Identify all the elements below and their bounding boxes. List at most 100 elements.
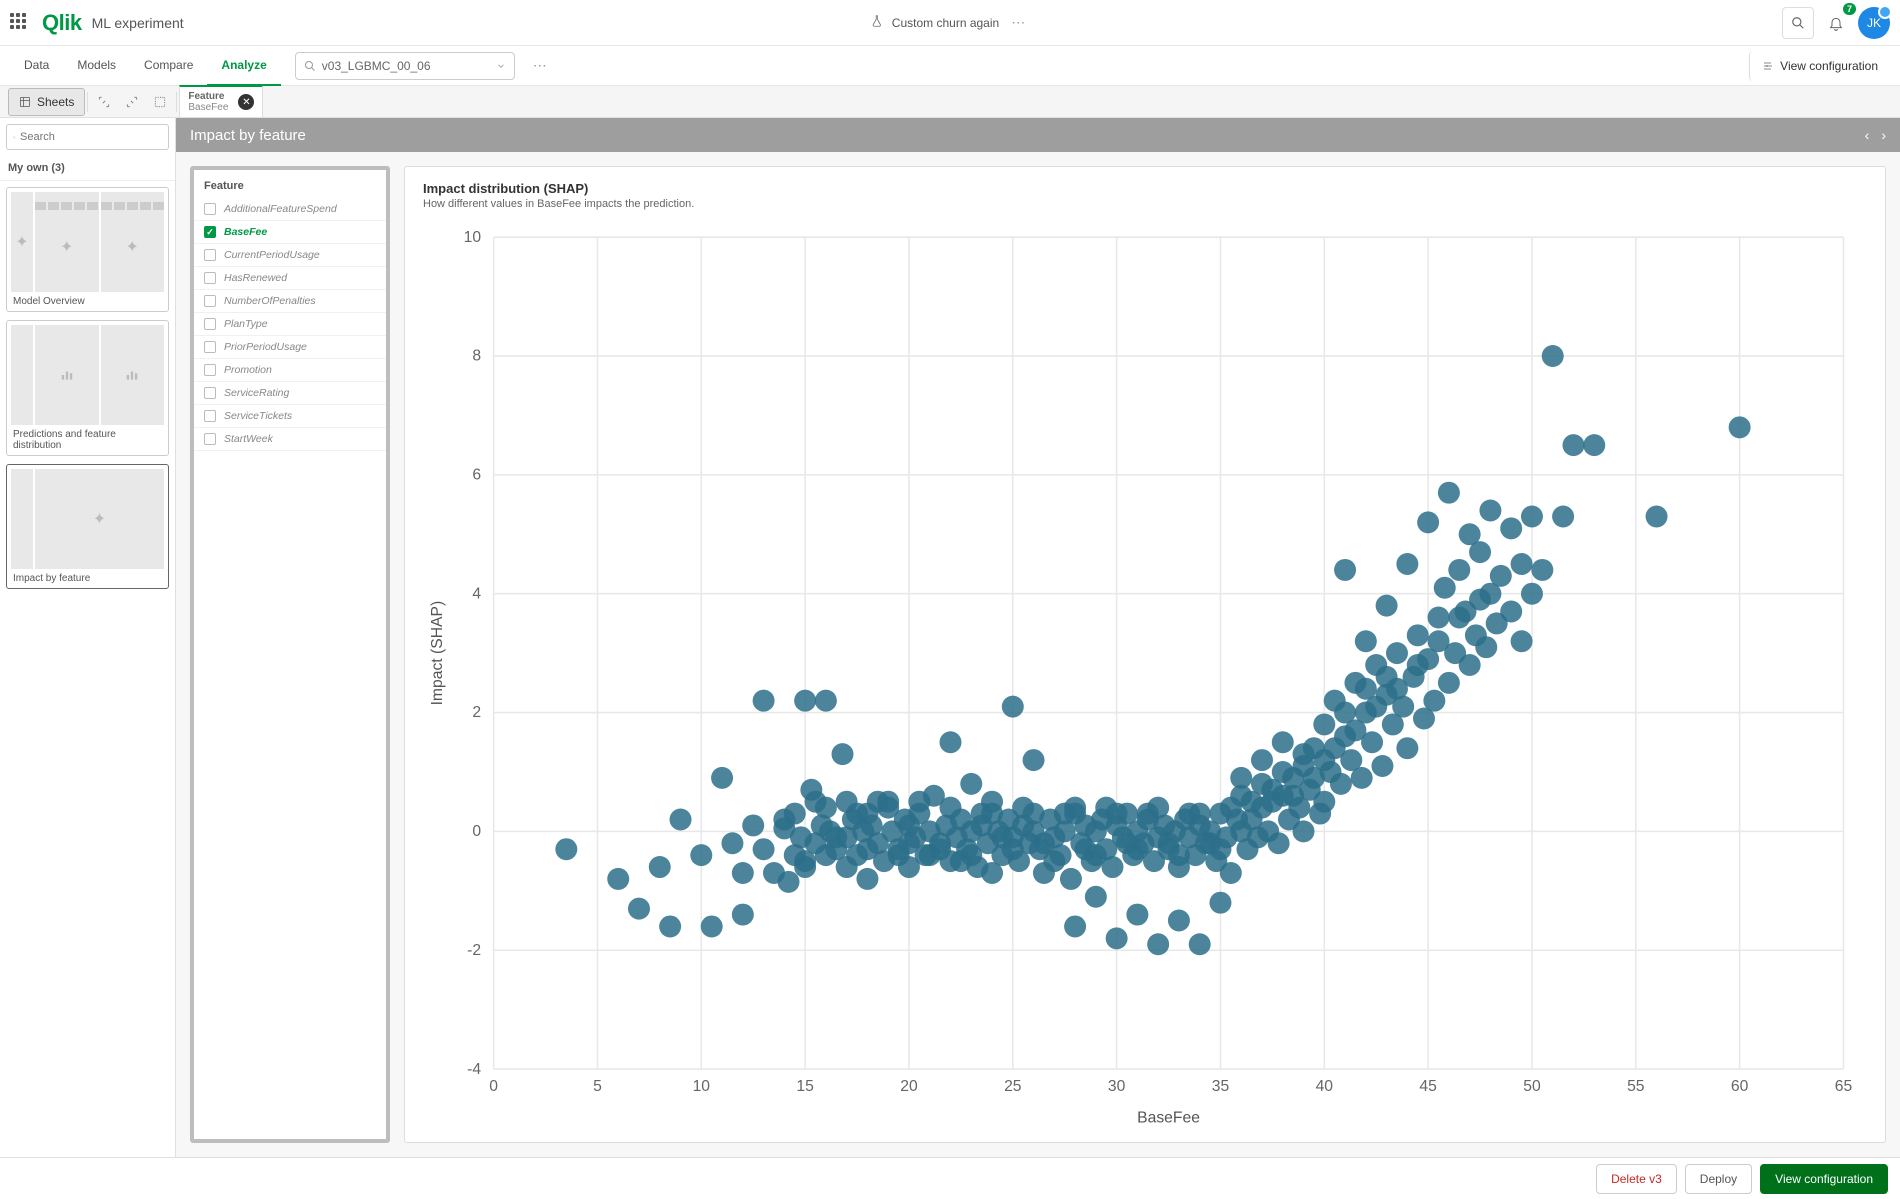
feature-label: BaseFee: [224, 226, 267, 238]
notifications-badge: 7: [1843, 3, 1856, 15]
chevron-down-icon: [496, 61, 506, 71]
search-icon: [13, 132, 16, 143]
sheet-card[interactable]: ✦Impact by feature: [6, 464, 169, 589]
view-configuration-button-top[interactable]: View configuration: [1749, 51, 1890, 81]
feature-item[interactable]: PriorPeriodUsage: [194, 336, 386, 359]
svg-text:65: 65: [1835, 1078, 1853, 1095]
svg-text:10: 10: [693, 1078, 711, 1095]
nav-tab-data[interactable]: Data: [10, 46, 63, 86]
feature-label: PriorPeriodUsage: [224, 341, 307, 353]
impact-title: Impact by feature: [190, 127, 306, 144]
experiment-name: Custom churn again: [892, 16, 999, 30]
sheet-card[interactable]: Predictions and feature distribution: [6, 320, 169, 456]
sheet-search-input[interactable]: [20, 131, 162, 143]
user-avatar[interactable]: JK: [1858, 7, 1890, 39]
sheets-icon: [19, 96, 31, 108]
feature-label: StartWeek: [224, 433, 273, 445]
svg-text:Impact (SHAP): Impact (SHAP): [429, 601, 446, 706]
feature-panel-title: Feature: [194, 180, 386, 198]
model-selector-input[interactable]: [322, 59, 490, 73]
feature-item[interactable]: ServiceRating: [194, 382, 386, 405]
checkbox-icon: [204, 433, 216, 445]
svg-text:50: 50: [1523, 1078, 1541, 1095]
svg-text:-2: -2: [467, 942, 481, 959]
feature-label: ServiceRating: [224, 387, 289, 399]
sheet-card[interactable]: ✦✦✦Model Overview: [6, 187, 169, 312]
nav-tab-analyze[interactable]: Analyze: [207, 46, 280, 86]
sheet-label: Predictions and feature distribution: [11, 425, 164, 451]
feature-item[interactable]: BaseFee: [194, 221, 386, 244]
qlik-logo: Qlik: [42, 10, 82, 36]
checkbox-icon: [204, 203, 216, 215]
feature-item[interactable]: AdditionalFeatureSpend: [194, 198, 386, 221]
svg-text:55: 55: [1627, 1078, 1645, 1095]
filter-tag-feature[interactable]: Feature BaseFee ✕: [179, 85, 263, 117]
feature-label: HasRenewed: [224, 272, 287, 284]
svg-text:BaseFee: BaseFee: [1137, 1109, 1200, 1126]
my-own-header: My own (3): [0, 156, 175, 181]
model-menu-button[interactable]: ⋯: [529, 53, 552, 78]
svg-text:25: 25: [1004, 1078, 1022, 1095]
sheet-search[interactable]: [6, 124, 169, 150]
feature-label: PlanType: [224, 318, 268, 330]
nav-tab-models[interactable]: Models: [63, 46, 130, 86]
selection-forward-button[interactable]: [118, 88, 146, 116]
svg-text:15: 15: [796, 1078, 814, 1095]
pager-next-button[interactable]: ›: [1881, 127, 1886, 143]
svg-text:6: 6: [472, 467, 481, 484]
svg-text:20: 20: [900, 1078, 918, 1095]
svg-text:0: 0: [489, 1078, 498, 1095]
deploy-button[interactable]: Deploy: [1685, 1164, 1752, 1194]
feature-item[interactable]: Promotion: [194, 359, 386, 382]
page-title: ML experiment: [92, 15, 184, 31]
chart-subtitle: How different values in BaseFee impacts …: [423, 198, 1867, 210]
notifications-button[interactable]: 7: [1820, 7, 1852, 39]
search-button[interactable]: [1782, 7, 1814, 39]
sheet-label: Impact by feature: [11, 569, 164, 584]
checkbox-icon: [204, 364, 216, 376]
model-selector[interactable]: [295, 52, 515, 80]
feature-label: ServiceTickets: [224, 410, 292, 422]
view-configuration-label: View configuration: [1780, 59, 1878, 73]
feature-label: CurrentPeriodUsage: [224, 249, 320, 261]
feature-item[interactable]: CurrentPeriodUsage: [194, 244, 386, 267]
sheets-label: Sheets: [37, 95, 74, 109]
svg-text:60: 60: [1731, 1078, 1749, 1095]
feature-item[interactable]: NumberOfPenalties: [194, 290, 386, 313]
feature-label: NumberOfPenalties: [224, 295, 316, 307]
svg-text:10: 10: [464, 229, 482, 246]
feature-item[interactable]: HasRenewed: [194, 267, 386, 290]
checkbox-icon: [204, 295, 216, 307]
sheet-label: Model Overview: [11, 292, 164, 307]
delete-button[interactable]: Delete v3: [1596, 1164, 1677, 1194]
scatter-plot: 05101520253035404550556065-4-20246810Bas…: [423, 220, 1867, 1133]
app-launcher-icon[interactable]: [10, 13, 30, 33]
experiment-menu-button[interactable]: ⋯: [1007, 10, 1030, 35]
filter-tag-value: BaseFee: [188, 102, 228, 113]
checkbox-icon: [204, 249, 216, 261]
svg-text:2: 2: [472, 704, 481, 721]
view-configuration-button[interactable]: View configuration: [1760, 1164, 1888, 1194]
svg-text:-4: -4: [467, 1061, 481, 1078]
checkbox-icon: [204, 226, 216, 238]
filter-close-button[interactable]: ✕: [238, 94, 254, 110]
nav-tab-compare[interactable]: Compare: [130, 46, 207, 86]
filter-tag-label: Feature: [188, 91, 228, 102]
checkbox-icon: [204, 387, 216, 399]
svg-text:35: 35: [1212, 1078, 1230, 1095]
svg-text:30: 30: [1108, 1078, 1126, 1095]
feature-item[interactable]: StartWeek: [194, 428, 386, 451]
feature-item[interactable]: ServiceTickets: [194, 405, 386, 428]
svg-text:0: 0: [472, 823, 481, 840]
selection-back-button[interactable]: [90, 88, 118, 116]
svg-text:8: 8: [472, 348, 481, 365]
svg-text:5: 5: [593, 1078, 602, 1095]
feature-item[interactable]: PlanType: [194, 313, 386, 336]
sliders-icon: [1762, 60, 1774, 72]
pager-prev-button[interactable]: ‹: [1865, 127, 1870, 143]
selection-clear-button[interactable]: [146, 88, 174, 116]
svg-text:40: 40: [1316, 1078, 1334, 1095]
svg-text:4: 4: [472, 585, 481, 602]
checkbox-icon: [204, 318, 216, 330]
sheets-button[interactable]: Sheets: [8, 88, 85, 116]
